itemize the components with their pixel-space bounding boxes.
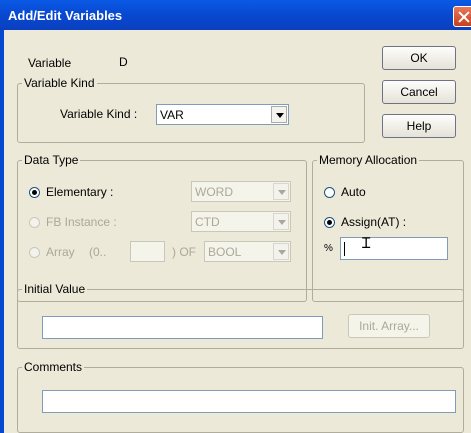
init-array-button[interactable]: Init. Array... [348,314,430,338]
auto-label: Auto [341,185,366,199]
dialog-body: Variable D OK Cancel Help Variable Kind … [4,30,471,433]
elementary-type-select[interactable]: WORD [191,181,291,202]
variable-kind-label: Variable Kind : [60,107,138,121]
elementary-radio[interactable] [29,187,40,198]
assign-at-radio[interactable] [324,217,335,228]
variable-kind-group: Variable Kind Variable Kind : VAR [17,76,365,143]
cancel-button[interactable]: Cancel [382,80,456,104]
data-type-group: Data Type Elementary : WORD FB Instance … [17,153,307,302]
auto-radio[interactable] [324,187,335,198]
array-size-input[interactable] [130,241,165,262]
variable-kind-value: VAR [160,108,184,122]
ibeam-cursor-icon: Ɪ [362,234,371,252]
ok-button[interactable]: OK [382,46,456,70]
assign-at-label: Assign(AT) : [341,215,407,229]
elementary-type-value: WORD [195,185,233,199]
comments-group-title: Comments [22,360,85,374]
chevron-down-icon[interactable] [273,243,289,260]
elementary-label: Elementary : [46,185,114,199]
array-range-suffix: ) OF [172,245,196,259]
window-title: Add/Edit Variables [8,8,123,23]
chevron-down-icon[interactable] [273,183,289,200]
chevron-down-icon[interactable] [273,213,289,230]
fb-instance-select[interactable]: CTD [191,211,291,232]
array-radio[interactable] [29,247,40,258]
memory-allocation-group: Memory Allocation Auto Assign(AT) : % Ɪ [312,153,464,302]
array-type-select[interactable]: BOOL [204,241,291,262]
initial-value-input[interactable] [42,316,323,339]
fb-instance-value: CTD [195,215,220,229]
memory-allocation-group-title: Memory Allocation [317,153,420,167]
array-range-prefix: (0.. [89,245,107,259]
variable-name-value: D [119,55,128,69]
title-bar: Add/Edit Variables [0,0,471,30]
comments-group: Comments [17,360,464,433]
data-type-group-title: Data Type [22,153,81,167]
variable-kind-group-title: Variable Kind [22,76,97,90]
comments-input[interactable] [42,390,456,413]
close-icon[interactable] [453,6,471,27]
chevron-down-icon[interactable] [271,106,287,123]
initial-value-group-title: Initial Value [22,282,88,296]
fb-instance-radio[interactable] [29,217,40,228]
array-label: Array [46,245,75,259]
array-type-value: BOOL [208,245,242,259]
address-input[interactable]: Ɪ [340,234,448,260]
initial-value-group: Initial Value Init. Array... [17,282,464,349]
address-prefix: % [324,243,333,254]
fb-instance-label: FB Instance : [46,215,117,229]
text-caret [344,242,345,256]
variable-kind-select[interactable]: VAR [156,104,289,125]
variable-label: Variable [28,56,72,70]
help-button[interactable]: Help [382,114,456,138]
